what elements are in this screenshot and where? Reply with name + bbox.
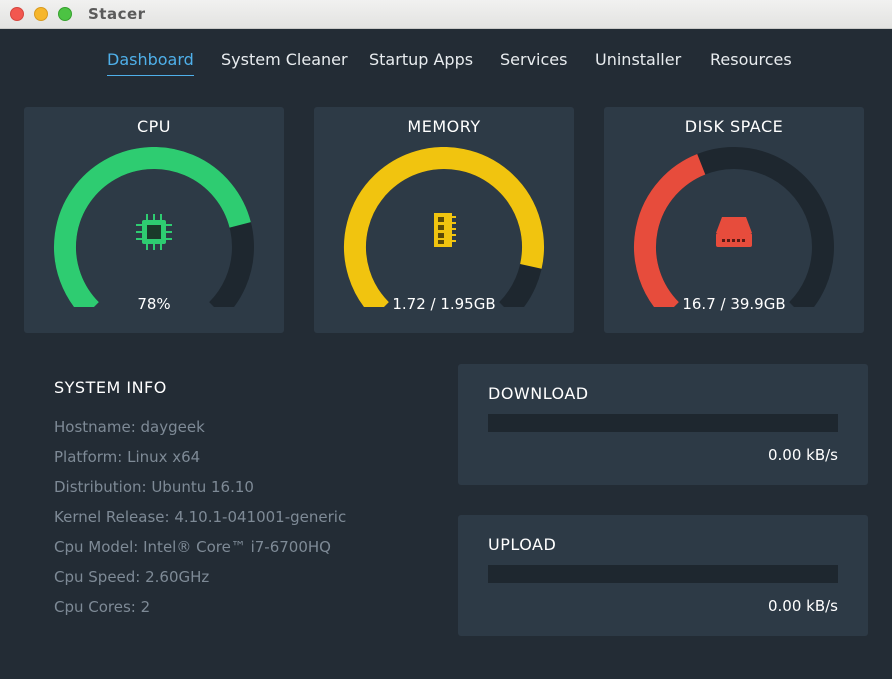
cpu-chip-icon [136, 214, 172, 250]
hostname-row: Hostname: daygeek [54, 418, 205, 436]
maximize-window-button[interactable] [58, 7, 72, 21]
disk-title: DISK SPACE [684, 117, 784, 136]
upload-speed: 0.00 kB/s [767, 597, 838, 615]
download-panel: DOWNLOAD 0.00 kB/s [458, 364, 868, 485]
title-bar[interactable]: Stacer [0, 0, 892, 29]
cpu-card: CPU 78% [24, 107, 284, 333]
kernel-release-row: Kernel Release: 4.10.1-041001-generic [54, 508, 347, 526]
cpu-cores-row: Cpu Cores: 2 [54, 598, 151, 616]
window-title: Stacer [88, 5, 146, 23]
tab-system-cleaner[interactable]: System Cleaner [221, 50, 348, 75]
upload-panel: UPLOAD 0.00 kB/s [458, 515, 868, 636]
download-title: DOWNLOAD [488, 384, 589, 403]
upload-progress-bar [488, 565, 838, 583]
close-window-button[interactable] [10, 7, 24, 21]
platform-row: Platform: Linux x64 [54, 448, 201, 466]
memory-value: 1.72 / 1.95GB [392, 295, 496, 313]
memory-card: MEMORY 1.72 / 1.95GB [314, 107, 574, 333]
distribution-row: Distribution: Ubuntu 16.10 [54, 478, 254, 496]
disk-card: DISK SPACE 16.7 / 39.9GB [604, 107, 864, 333]
system-info-panel: SYSTEM INFO Hostname: daygeek Platform: … [54, 378, 346, 627]
hard-drive-icon [716, 217, 752, 247]
cpu-speed-row: Cpu Speed: 2.60GHz [54, 568, 210, 586]
tab-startup-apps[interactable]: Startup Apps [369, 50, 473, 75]
minimize-window-button[interactable] [34, 7, 48, 21]
tab-uninstaller[interactable]: Uninstaller [595, 50, 681, 75]
cpu-model-row: Cpu Model: Intel® Core™ i7-6700HQ [54, 538, 331, 556]
disk-value: 16.7 / 39.9GB [682, 295, 786, 313]
cpu-value: 78% [137, 295, 171, 313]
ram-module-icon [434, 213, 456, 247]
tab-dashboard[interactable]: Dashboard [107, 50, 194, 76]
app-window: Stacer Dashboard System Cleaner Startup … [0, 0, 892, 679]
tab-services[interactable]: Services [500, 50, 567, 75]
upload-title: UPLOAD [488, 535, 557, 554]
cpu-title: CPU [136, 117, 172, 136]
download-progress-bar [488, 414, 838, 432]
memory-title: MEMORY [407, 117, 481, 136]
download-speed: 0.00 kB/s [767, 446, 838, 464]
tab-resources[interactable]: Resources [710, 50, 792, 75]
main-nav: Dashboard System Cleaner Startup Apps Se… [0, 50, 892, 80]
system-info-title: SYSTEM INFO [54, 378, 167, 397]
